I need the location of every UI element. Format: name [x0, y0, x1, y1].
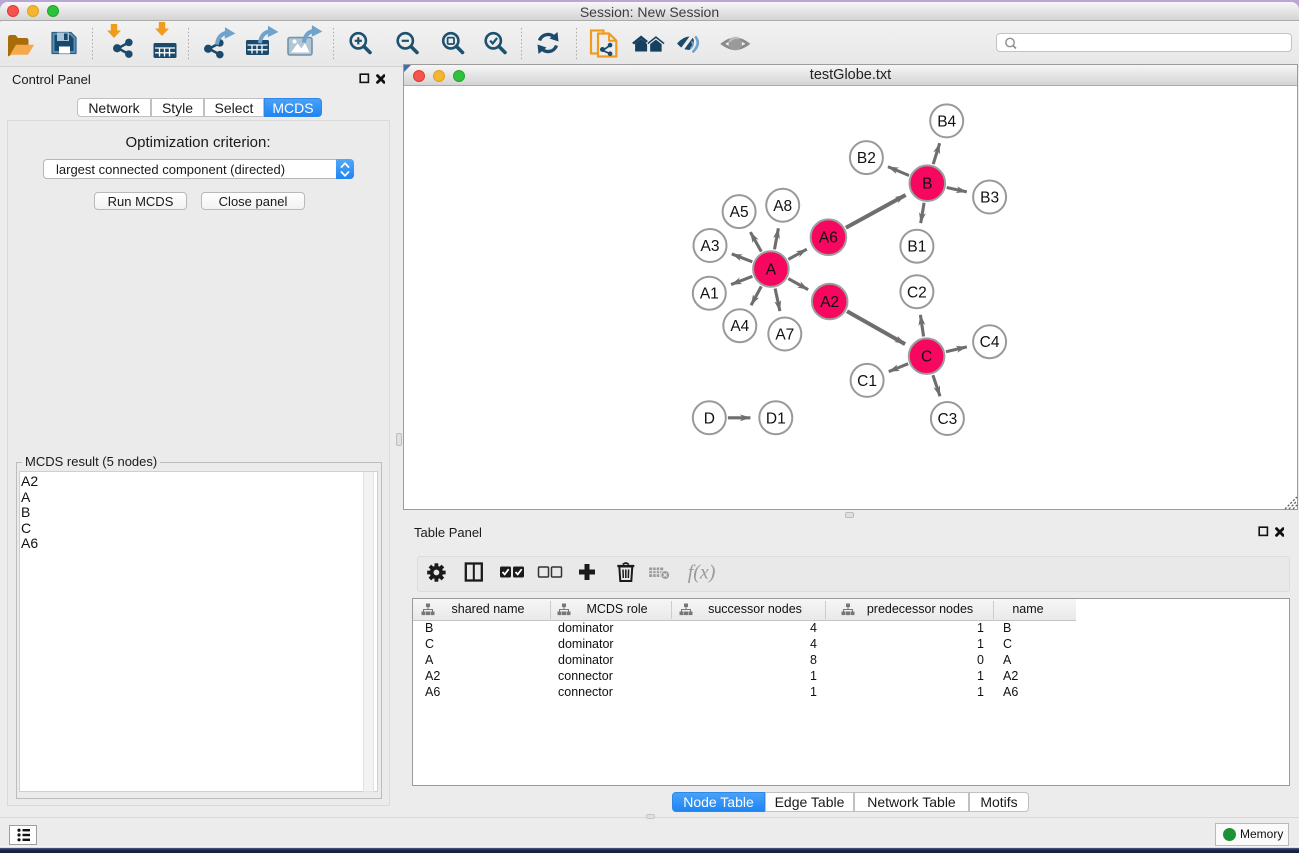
svg-text:A3: A3: [701, 238, 720, 255]
svg-text:A5: A5: [730, 204, 749, 221]
svg-text:B4: B4: [937, 113, 956, 130]
svg-text:C1: C1: [857, 373, 877, 390]
svg-text:f(x): f(x): [688, 562, 716, 584]
svg-text:C2: C2: [907, 284, 927, 301]
svg-text:A6: A6: [819, 230, 838, 247]
svg-text:D1: D1: [766, 410, 786, 427]
svg-text:A4: A4: [730, 318, 749, 335]
svg-text:D: D: [704, 410, 715, 427]
svg-text:A2: A2: [820, 294, 839, 311]
svg-text:A7: A7: [775, 327, 794, 344]
svg-text:A: A: [766, 262, 777, 279]
svg-text:C: C: [921, 349, 932, 366]
svg-text:A8: A8: [773, 198, 792, 215]
svg-text:B2: B2: [857, 150, 876, 167]
svg-text:C4: C4: [980, 334, 1000, 351]
svg-text:C3: C3: [937, 411, 957, 428]
svg-text:B: B: [922, 176, 932, 193]
svg-text:B1: B1: [907, 239, 926, 256]
svg-text:A1: A1: [700, 286, 719, 303]
svg-text:B3: B3: [980, 190, 999, 207]
